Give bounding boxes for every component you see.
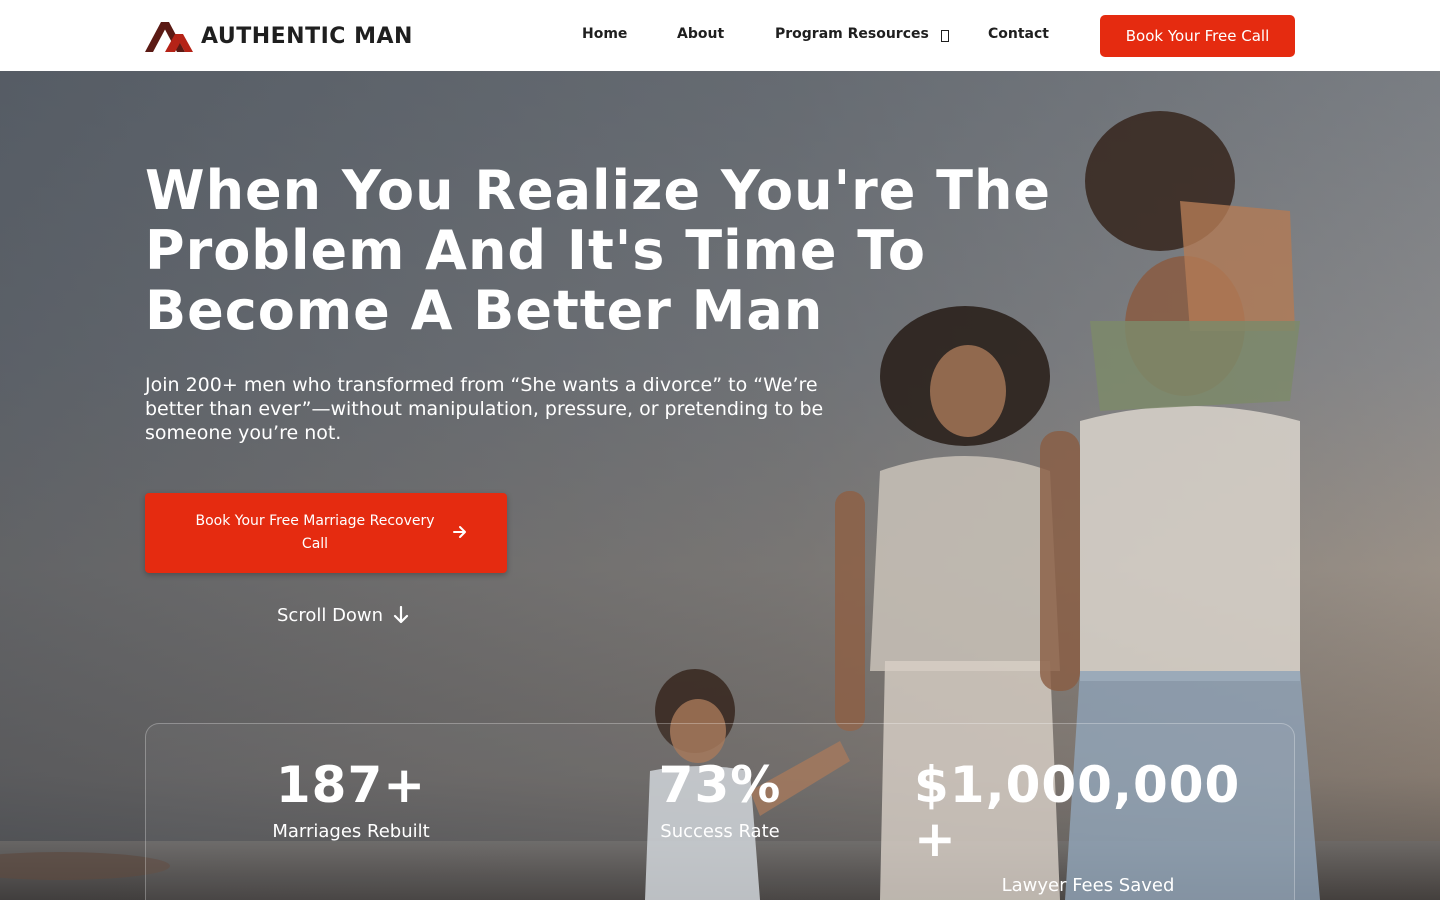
stat-value-success-rate: 73% xyxy=(658,756,782,814)
book-marriage-recovery-call-button[interactable]: Book Your Free Marriage Recovery Call xyxy=(145,493,507,573)
nav-program-resources[interactable]: Program Resources xyxy=(775,26,929,42)
cta-label: Book Your Free Marriage Recovery Call xyxy=(195,513,435,552)
hero-subtitle: Join 200+ men who transformed from “She … xyxy=(145,374,824,444)
nav-home[interactable]: Home xyxy=(582,26,627,42)
stat-value-marriages: 187+ xyxy=(275,756,427,814)
chevron-down-icon[interactable] xyxy=(941,30,949,42)
site-header: AUTHENTIC MAN Home About Program Resourc… xyxy=(0,0,1440,71)
arrow-right-icon xyxy=(453,526,466,538)
stat-label-lawyer-fees: Lawyer Fees Saved xyxy=(1001,875,1175,896)
arrow-down-icon xyxy=(393,606,409,624)
hero-section: When You Realize You're The Problem And … xyxy=(0,71,1440,900)
stat-label-marriages: Marriages Rebuilt xyxy=(272,821,430,842)
scroll-down-link[interactable]: Scroll Down xyxy=(277,603,409,627)
nav-about[interactable]: About xyxy=(677,26,724,42)
book-free-call-button[interactable]: Book Your Free Call xyxy=(1100,15,1295,57)
stats-panel: 187+ Marriages Rebuilt 73% Success Rate … xyxy=(145,723,1295,900)
hero-title: When You Realize You're The Problem And … xyxy=(145,159,1052,342)
stat-label-success-rate: Success Rate xyxy=(660,821,780,842)
scroll-down-label: Scroll Down xyxy=(277,604,384,626)
nav-contact[interactable]: Contact xyxy=(988,26,1049,42)
stat-value-lawyer-fees: $1,000,000 + xyxy=(914,756,1241,868)
